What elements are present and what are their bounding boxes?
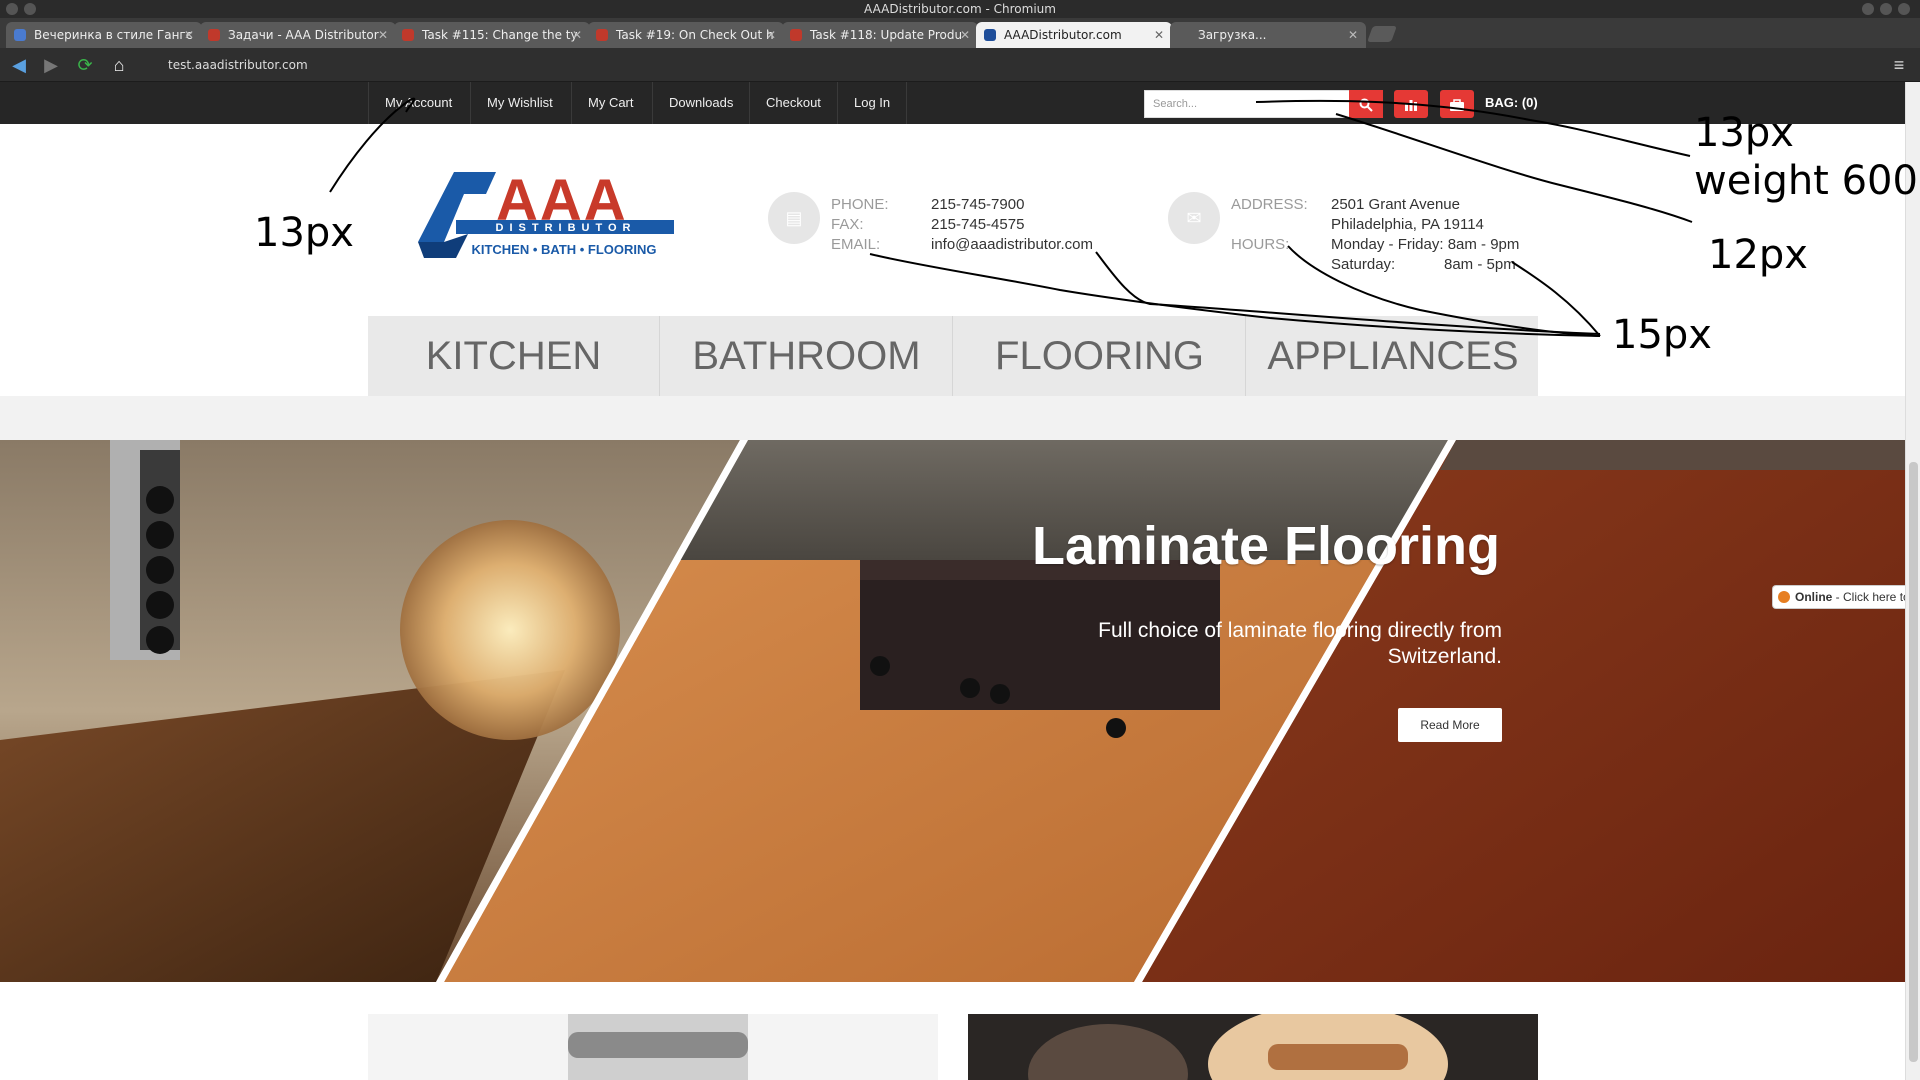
annotation-13px-left: 13px bbox=[254, 210, 354, 256]
annotation-15px: 15px bbox=[1612, 312, 1712, 358]
annotation-12px: 12px bbox=[1708, 232, 1808, 278]
annotation-strokes bbox=[329, 97, 1693, 337]
annotation-13px-right: 13px bbox=[1694, 110, 1794, 156]
annotation-weight-600: weight 600 bbox=[1694, 158, 1918, 204]
